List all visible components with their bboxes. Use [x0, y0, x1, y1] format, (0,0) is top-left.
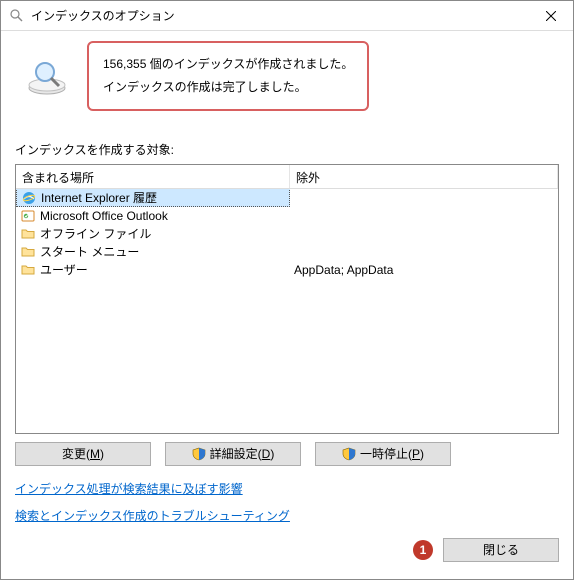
footer: 1 閉じる — [15, 538, 559, 562]
modify-accel: M — [90, 447, 100, 461]
table-row[interactable]: ユーザー AppData; AppData — [16, 261, 558, 279]
index-status-icon — [25, 54, 69, 98]
cell-included: ユーザー — [16, 261, 290, 278]
app-icon — [9, 8, 25, 24]
window-title: インデックスのオプション — [31, 7, 528, 24]
close-button[interactable]: 閉じる — [443, 538, 559, 562]
cell-included: Microsoft Office Outlook — [16, 208, 290, 224]
help-link-troubleshoot[interactable]: 検索とインデックス作成のトラブルシューティング — [15, 507, 290, 524]
row-label: ユーザー — [40, 261, 88, 278]
table-row[interactable]: スタート メニュー — [16, 243, 558, 261]
listview-header: 含まれる場所 除外 — [16, 165, 558, 189]
pause-accel: P — [412, 447, 420, 461]
cell-included: オフライン ファイル — [16, 225, 290, 242]
help-link-impact[interactable]: インデックス処理が検索結果に及ぼす影響 — [15, 480, 243, 497]
table-row[interactable]: オフライン ファイル — [16, 225, 558, 243]
advanced-label: 詳細設定 — [210, 445, 258, 462]
cell-included: スタート メニュー — [16, 243, 290, 260]
status-line1: 156,355 個のインデックスが作成されました。 — [103, 53, 353, 76]
callout-badge-1: 1 — [413, 540, 433, 560]
status-row: 156,355 個のインデックスが作成されました。 インデックスの作成は完了しま… — [15, 41, 559, 111]
advanced-button[interactable]: 詳細設定(D) — [165, 442, 301, 466]
folder-icon — [20, 244, 36, 260]
titlebar: インデックスのオプション — [1, 1, 573, 31]
shield-icon — [192, 447, 206, 461]
outlook-icon — [20, 208, 36, 224]
column-included[interactable]: 含まれる場所 — [16, 165, 290, 188]
folder-icon — [20, 226, 36, 242]
advanced-accel: D — [262, 447, 271, 461]
modify-label: 変更 — [62, 445, 86, 462]
row-label: オフライン ファイル — [40, 225, 151, 242]
ie-icon — [21, 190, 37, 206]
close-icon — [546, 11, 556, 21]
dialog-window: インデックスのオプション 156,355 個のインデックスが作成されました。 イ… — [0, 0, 574, 580]
pause-label: 一時停止 — [360, 445, 408, 462]
column-exclude[interactable]: 除外 — [290, 165, 558, 188]
row-label: Microsoft Office Outlook — [40, 209, 168, 223]
content-area: 156,355 個のインデックスが作成されました。 インデックスの作成は完了しま… — [1, 31, 573, 579]
cell-included: Internet Explorer 履歴 — [16, 189, 290, 208]
modify-button[interactable]: 変更(M) — [15, 442, 151, 466]
shield-icon — [342, 447, 356, 461]
section-label: インデックスを作成する対象: — [15, 141, 559, 158]
locations-listview[interactable]: 含まれる場所 除外 Internet Explorer 履歴 Microsoft … — [15, 164, 559, 434]
cell-exclude: AppData; AppData — [290, 263, 558, 277]
window-close-button[interactable] — [528, 1, 573, 30]
row-label: スタート メニュー — [40, 243, 139, 260]
status-line2: インデックスの作成は完了しました。 — [103, 76, 353, 99]
folder-icon — [20, 262, 36, 278]
help-links: インデックス処理が検索結果に及ぼす影響 検索とインデックス作成のトラブルシューテ… — [15, 480, 559, 534]
table-row[interactable]: Microsoft Office Outlook — [16, 207, 558, 225]
status-box: 156,355 個のインデックスが作成されました。 インデックスの作成は完了しま… — [87, 41, 369, 111]
listview-body: Internet Explorer 履歴 Microsoft Office Out… — [16, 189, 558, 433]
pause-button[interactable]: 一時停止(P) — [315, 442, 451, 466]
button-row: 変更(M) 詳細設定(D) 一時停止(P) — [15, 442, 559, 466]
table-row[interactable]: Internet Explorer 履歴 — [16, 189, 558, 207]
row-label: Internet Explorer 履歴 — [41, 189, 157, 206]
